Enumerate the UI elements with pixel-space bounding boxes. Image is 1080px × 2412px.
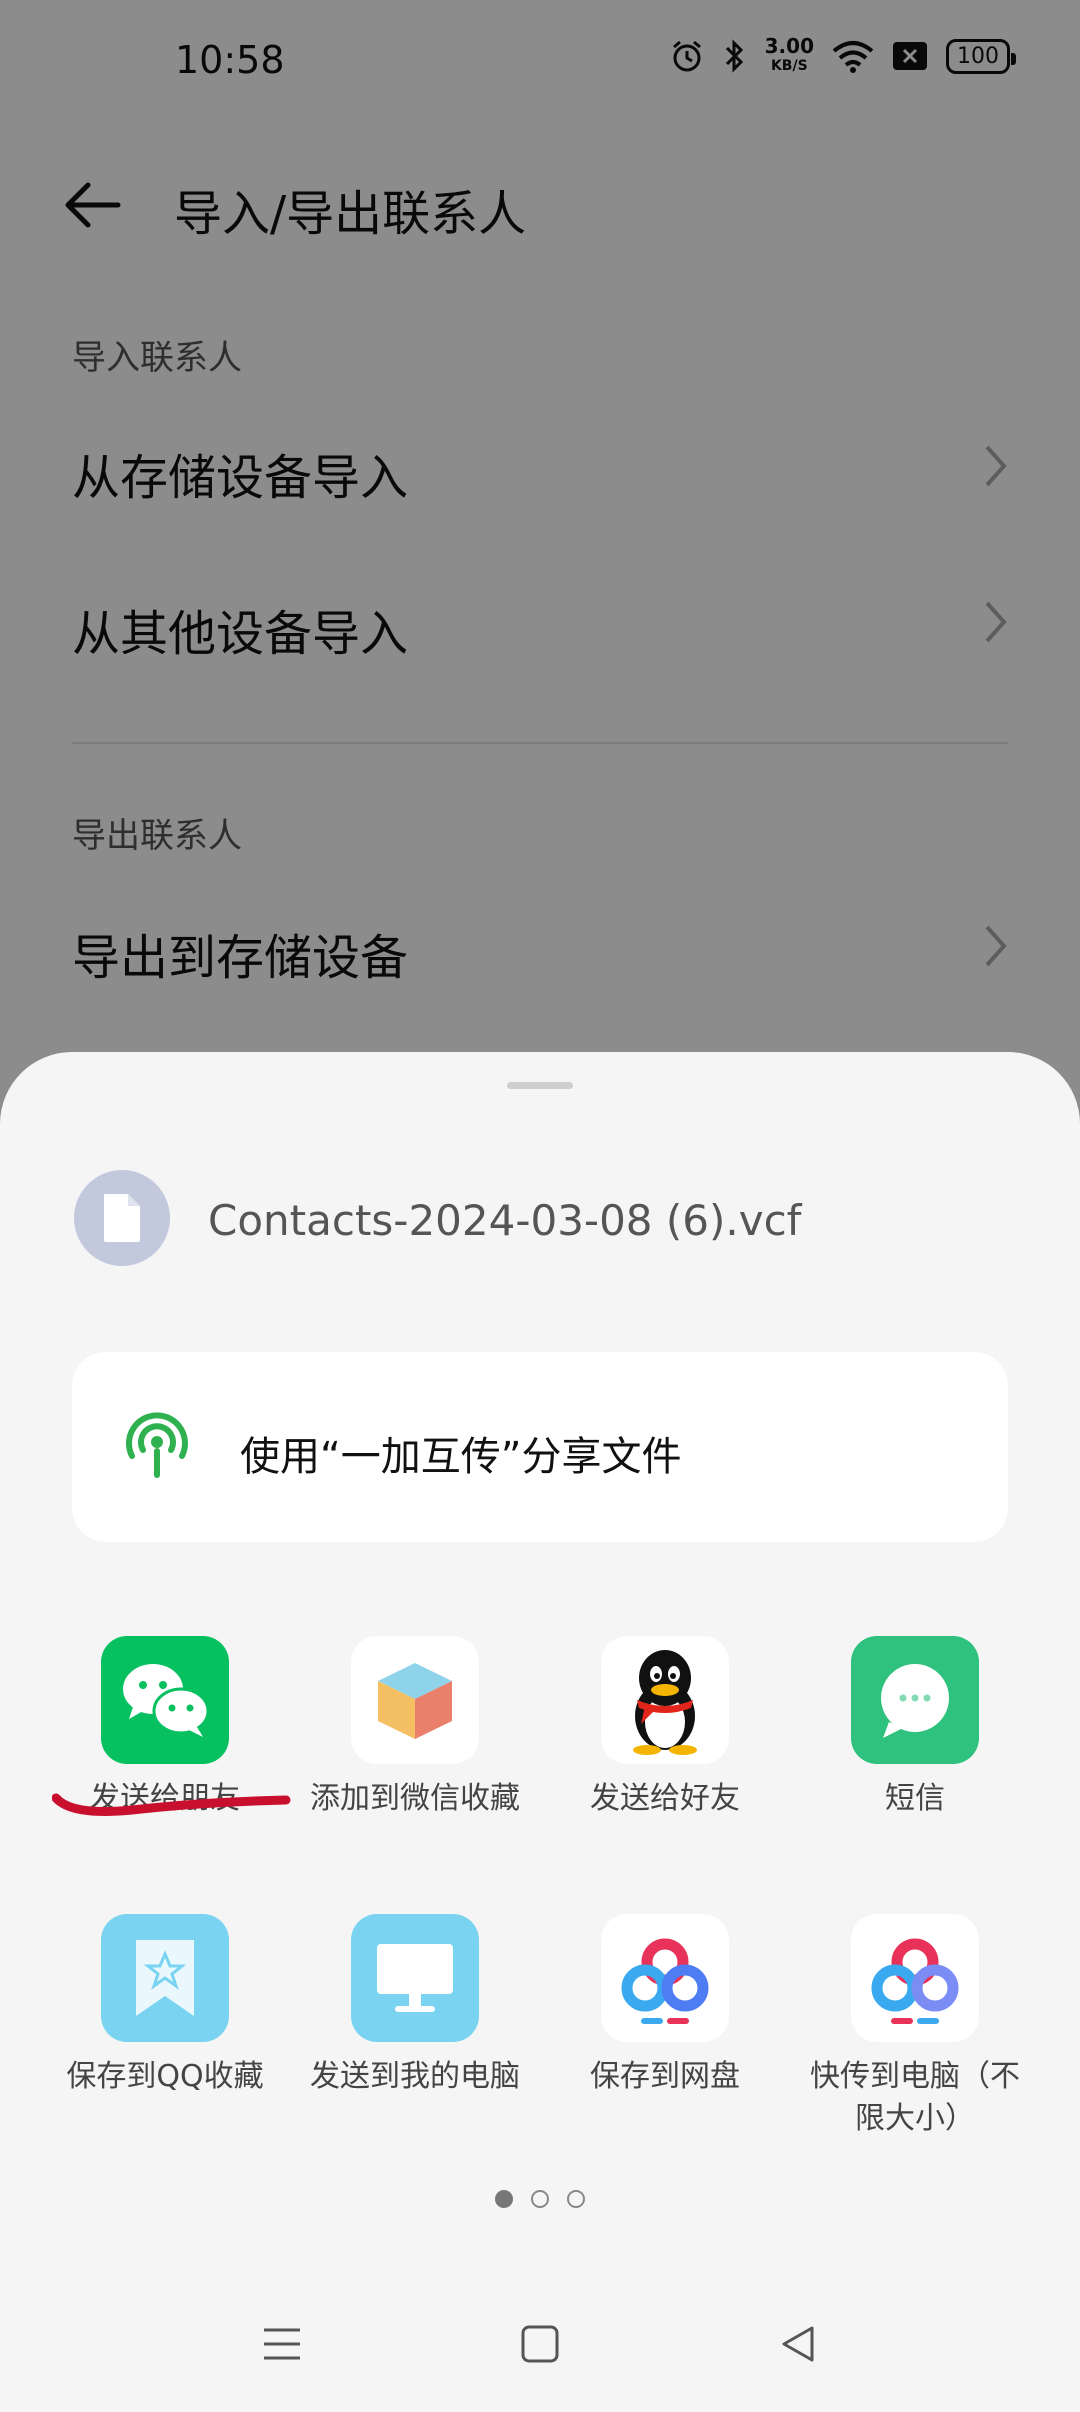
share-target-label: 保存到QQ收藏 [66,2059,264,2094]
my-computer-icon [351,1914,479,2042]
page-dot[interactable] [567,2190,585,2208]
share-target-qq-friend[interactable]: 发送给好友 [540,1636,790,1820]
share-target-label: 保存到网盘 [590,2059,740,2094]
page-dot-active[interactable] [495,2190,513,2208]
netdisk-transfer-icon [851,1914,979,2042]
share-target-my-computer[interactable]: 发送到我的电脑 [290,1914,540,2098]
red-annotation-underline [52,1793,291,1816]
netdisk-icon [601,1914,729,2042]
back-triangle-icon[interactable] [778,2324,818,2364]
share-target-netdisk-transfer[interactable]: 快传到电脑（不限大小） [790,1914,1040,2140]
share-target-label: 添加到微信收藏 [310,1781,520,1816]
nearby-share-icon [126,1412,188,1478]
oneplus-share-card[interactable]: 使用“一加互传”分享文件 [72,1352,1008,1542]
wechat-favorites-icon [351,1636,479,1764]
share-target-label: 短信 [885,1781,945,1816]
system-nav-bar [0,2300,1080,2412]
qq-icon [601,1636,729,1764]
share-sheet: Contacts-2024-03-08 (6).vcf 使用“一加互传”分享文件… [0,1052,1080,2412]
sms-icon [851,1636,979,1764]
share-card-label: 使用“一加互传”分享文件 [240,1434,682,1480]
home-icon[interactable] [520,2324,560,2364]
page-dot[interactable] [531,2190,549,2208]
page-indicator [0,2190,1080,2208]
share-target-label: 发送给好友 [590,1781,740,1816]
share-target-qq-favorites[interactable]: 保存到QQ收藏 [40,1914,290,2098]
share-target-label: 快传到电脑（不限大小） [810,2059,1020,2136]
share-target-netdisk[interactable]: 保存到网盘 [540,1914,790,2098]
qq-favorites-icon [101,1914,229,2042]
share-target-label: 发送到我的电脑 [310,2059,520,2094]
menu-icon[interactable] [262,2324,302,2364]
shared-file-name: Contacts-2024-03-08 (6).vcf [208,1196,802,1245]
sheet-drag-handle[interactable] [507,1082,573,1089]
share-target-sms[interactable]: 短信 [790,1636,1040,1820]
wechat-icon [101,1636,229,1764]
file-icon [74,1170,170,1266]
share-target-wechat-favorites[interactable]: 添加到微信收藏 [290,1636,540,1820]
